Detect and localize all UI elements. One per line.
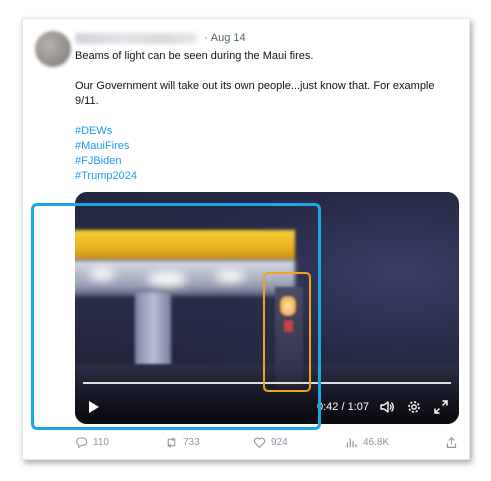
tweet-actions: 110 733 924 46.8K	[75, 433, 459, 451]
video-controls: 0:42 / 1:07	[75, 368, 459, 424]
video-progress-bar[interactable]	[83, 382, 451, 384]
views-button[interactable]: 46.8K	[345, 433, 389, 451]
hashtag-fjbiden[interactable]: #FJBiden	[75, 154, 455, 169]
avatar[interactable]	[35, 31, 71, 67]
video-time: 0:42 / 1:07	[317, 401, 369, 413]
heart-icon	[253, 437, 266, 448]
share-button[interactable]	[445, 433, 458, 451]
author-name-redacted[interactable]	[75, 32, 197, 44]
retweet-button[interactable]: 733	[165, 433, 200, 451]
reply-button[interactable]: 110	[75, 433, 109, 451]
canopy-light-glow	[215, 270, 245, 282]
header-separator: ·	[204, 32, 208, 45]
tweet-card: · Aug 14 Beams of light can be seen duri…	[22, 18, 470, 460]
hashtag-trump2024[interactable]: #Trump2024	[75, 169, 455, 184]
like-count: 924	[271, 436, 288, 448]
retweet-count: 733	[183, 436, 200, 448]
tweet-text-line-1: Beams of light can be seen during the Ma…	[75, 50, 314, 62]
hashtag-dews[interactable]: #DEWs	[75, 124, 455, 139]
canopy-light-glow	[147, 272, 187, 286]
views-icon	[346, 437, 357, 447]
canopy-light-glow	[89, 268, 115, 280]
settings-icon[interactable]	[406, 399, 422, 415]
price-sign-red-panel	[284, 320, 293, 332]
volume-icon[interactable]	[379, 399, 395, 415]
share-icon	[446, 436, 457, 448]
reply-icon	[76, 437, 88, 448]
views-count: 46.8K	[363, 436, 390, 448]
tweet-header: · Aug 14	[75, 32, 246, 46]
gas-station-canopy	[75, 230, 295, 260]
retweet-icon	[167, 436, 176, 448]
tweet-date[interactable]: Aug 14	[211, 32, 246, 44]
tweet-text: Beams of light can be seen during the Ma…	[75, 49, 455, 184]
like-button[interactable]: 924	[253, 433, 288, 451]
hashtag-mauifires[interactable]: #MauiFires	[75, 139, 455, 154]
tweet-text-line-2: Our Government will take out its own peo…	[75, 80, 435, 107]
fullscreen-icon[interactable]	[433, 399, 449, 415]
video-player[interactable]: 0:42 / 1:07	[75, 192, 459, 424]
reply-count: 110	[93, 436, 109, 448]
play-icon[interactable]	[85, 399, 101, 415]
price-sign-light	[280, 296, 296, 316]
